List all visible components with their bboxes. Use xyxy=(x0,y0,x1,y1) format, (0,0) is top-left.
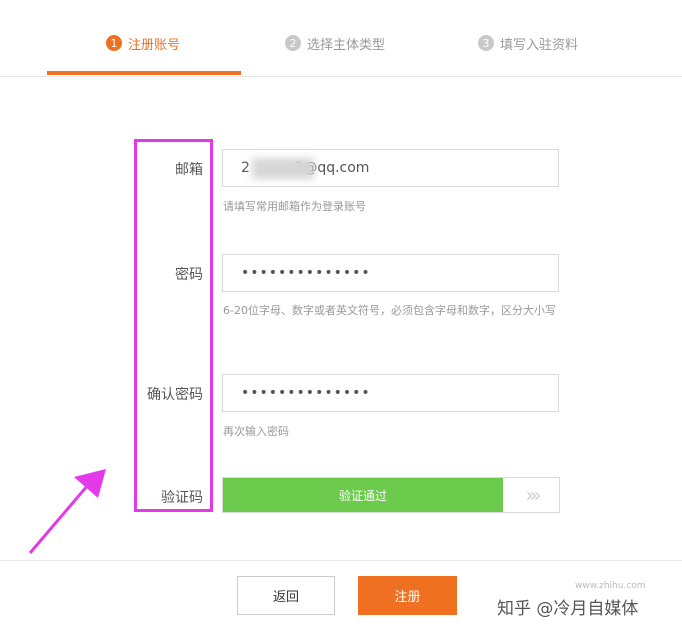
watermark: 知乎 @冷月自媒体 xyxy=(497,599,639,619)
annotation-arrow-icon xyxy=(28,469,106,554)
footer-divider xyxy=(0,560,682,561)
watermark-small: www.zhihu.com xyxy=(575,581,646,591)
back-button[interactable]: 返回 xyxy=(237,576,335,615)
register-button[interactable]: 注册 xyxy=(358,576,457,615)
